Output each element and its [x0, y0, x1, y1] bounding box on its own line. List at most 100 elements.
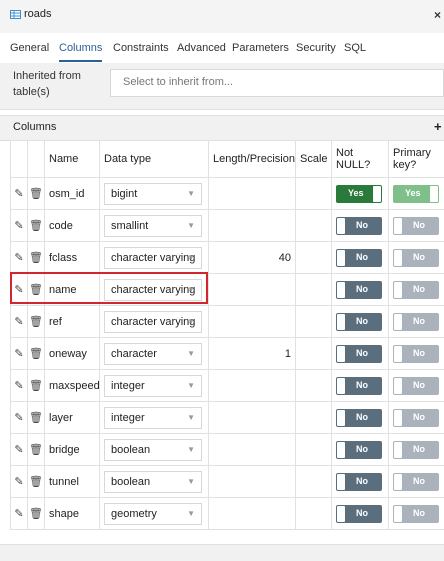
- length-cell[interactable]: 40: [209, 242, 296, 274]
- column-name[interactable]: oneway: [45, 338, 100, 370]
- not-null-toggle[interactable]: No: [336, 377, 382, 395]
- data-type-select[interactable]: character varying▼: [104, 311, 202, 333]
- data-type-select[interactable]: boolean▼: [104, 439, 202, 461]
- primary-key-toggle[interactable]: No: [393, 281, 439, 299]
- primary-key-toggle[interactable]: No: [393, 473, 439, 491]
- data-type-select[interactable]: smallint▼: [104, 215, 202, 237]
- not-null-toggle[interactable]: No: [336, 217, 382, 235]
- length-cell[interactable]: [209, 498, 296, 530]
- tab-parameters[interactable]: Parameters: [232, 38, 289, 60]
- tab-security[interactable]: Security: [296, 38, 336, 60]
- edit-icon[interactable]: ✎: [14, 315, 23, 328]
- edit-icon[interactable]: ✎: [14, 187, 23, 200]
- column-name[interactable]: code: [45, 210, 100, 242]
- primary-key-toggle[interactable]: No: [393, 505, 439, 523]
- header-scale[interactable]: Scale: [296, 141, 332, 178]
- trash-icon[interactable]: 🗑: [29, 411, 43, 424]
- column-name[interactable]: maxspeed: [45, 370, 100, 402]
- trash-icon[interactable]: 🗑: [29, 475, 43, 488]
- trash-icon[interactable]: 🗑: [29, 219, 43, 232]
- not-null-toggle[interactable]: Yes: [336, 185, 382, 203]
- primary-key-toggle[interactable]: No: [393, 377, 439, 395]
- header-not-null[interactable]: Not NULL?: [332, 141, 389, 178]
- not-null-toggle[interactable]: No: [336, 345, 382, 363]
- not-null-toggle[interactable]: No: [336, 505, 382, 523]
- inherit-select[interactable]: Select to inherit from...: [110, 69, 444, 97]
- data-type-select[interactable]: bigint▼: [104, 183, 202, 205]
- trash-icon[interactable]: 🗑: [29, 187, 43, 200]
- close-icon[interactable]: ×: [434, 8, 441, 22]
- trash-icon[interactable]: 🗑: [29, 379, 43, 392]
- not-null-toggle[interactable]: No: [336, 281, 382, 299]
- column-name[interactable]: tunnel: [45, 466, 100, 498]
- trash-icon[interactable]: 🗑: [29, 507, 43, 520]
- not-null-toggle[interactable]: No: [336, 249, 382, 267]
- header-primary-key[interactable]: Primary key?: [389, 141, 444, 178]
- scale-cell[interactable]: [296, 306, 332, 338]
- length-cell[interactable]: [209, 274, 296, 306]
- edit-icon[interactable]: ✎: [14, 443, 23, 456]
- length-cell[interactable]: 1: [209, 338, 296, 370]
- column-name[interactable]: shape: [45, 498, 100, 530]
- tab-columns[interactable]: Columns: [59, 38, 102, 62]
- tab-sql[interactable]: SQL: [344, 38, 366, 60]
- not-null-toggle[interactable]: No: [336, 473, 382, 491]
- length-cell[interactable]: [209, 178, 296, 210]
- length-cell[interactable]: [209, 434, 296, 466]
- data-type-select[interactable]: integer▼: [104, 375, 202, 397]
- scale-cell[interactable]: [296, 466, 332, 498]
- column-name[interactable]: name: [45, 274, 100, 306]
- header-length[interactable]: Length/Precision: [209, 141, 296, 178]
- header-name[interactable]: Name: [45, 141, 100, 178]
- trash-icon[interactable]: 🗑: [29, 315, 43, 328]
- edit-icon[interactable]: ✎: [14, 379, 23, 392]
- column-name[interactable]: fclass: [45, 242, 100, 274]
- scale-cell[interactable]: [296, 434, 332, 466]
- not-null-toggle[interactable]: No: [336, 313, 382, 331]
- edit-icon[interactable]: ✎: [14, 507, 23, 520]
- not-null-toggle[interactable]: No: [336, 441, 382, 459]
- primary-key-toggle[interactable]: No: [393, 409, 439, 427]
- tab-advanced[interactable]: Advanced: [177, 38, 226, 60]
- column-name[interactable]: osm_id: [45, 178, 100, 210]
- scale-cell[interactable]: [296, 274, 332, 306]
- edit-icon[interactable]: ✎: [14, 475, 23, 488]
- column-name[interactable]: ref: [45, 306, 100, 338]
- primary-key-toggle[interactable]: No: [393, 249, 439, 267]
- data-type-select[interactable]: character varying▼: [104, 247, 202, 269]
- scale-cell[interactable]: [296, 178, 332, 210]
- data-type-select[interactable]: boolean▼: [104, 471, 202, 493]
- scale-cell[interactable]: [296, 370, 332, 402]
- edit-icon[interactable]: ✎: [14, 219, 23, 232]
- data-type-select[interactable]: integer▼: [104, 407, 202, 429]
- length-cell[interactable]: [209, 466, 296, 498]
- length-cell[interactable]: [209, 370, 296, 402]
- edit-icon[interactable]: ✎: [14, 347, 23, 360]
- primary-key-toggle[interactable]: No: [393, 217, 439, 235]
- tab-general[interactable]: General: [10, 38, 49, 60]
- primary-key-toggle[interactable]: No: [393, 441, 439, 459]
- column-name[interactable]: layer: [45, 402, 100, 434]
- length-cell[interactable]: [209, 306, 296, 338]
- trash-icon[interactable]: 🗑: [29, 283, 43, 296]
- column-name[interactable]: bridge: [45, 434, 100, 466]
- edit-icon[interactable]: ✎: [14, 283, 23, 296]
- data-type-select[interactable]: character▼: [104, 343, 202, 365]
- scale-cell[interactable]: [296, 242, 332, 274]
- length-cell[interactable]: [209, 210, 296, 242]
- primary-key-toggle[interactable]: No: [393, 345, 439, 363]
- scale-cell[interactable]: [296, 210, 332, 242]
- primary-key-toggle[interactable]: Yes: [393, 185, 439, 203]
- header-data-type[interactable]: Data type: [100, 141, 209, 178]
- not-null-toggle[interactable]: No: [336, 409, 382, 427]
- scale-cell[interactable]: [296, 498, 332, 530]
- length-cell[interactable]: [209, 402, 296, 434]
- scale-cell[interactable]: [296, 402, 332, 434]
- edit-icon[interactable]: ✎: [14, 411, 23, 424]
- trash-icon[interactable]: 🗑: [29, 347, 43, 360]
- primary-key-toggle[interactable]: No: [393, 313, 439, 331]
- scale-cell[interactable]: [296, 338, 332, 370]
- edit-icon[interactable]: ✎: [14, 251, 23, 264]
- add-column-button[interactable]: +: [434, 119, 442, 134]
- trash-icon[interactable]: 🗑: [29, 251, 43, 264]
